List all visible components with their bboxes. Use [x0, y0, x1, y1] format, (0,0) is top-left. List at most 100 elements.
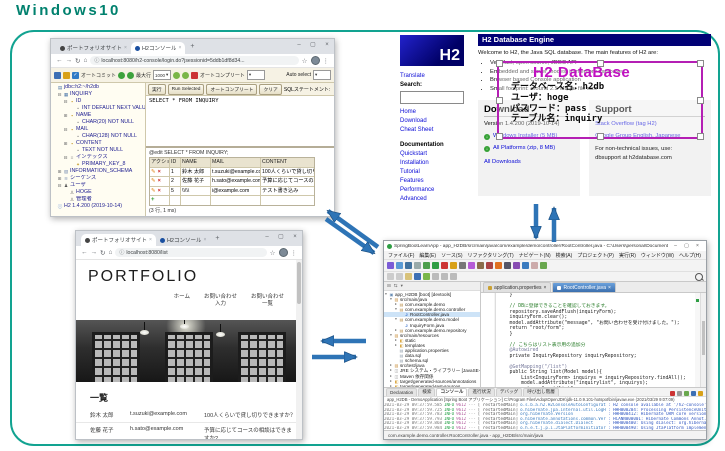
- sql-toolbar-button[interactable]: Run Selected: [168, 84, 205, 95]
- tree-twisty-icon[interactable]: ⊞: [57, 175, 62, 182]
- tree-twisty-icon[interactable]: ▾: [389, 297, 393, 302]
- tree-item[interactable]: HOGE: [51, 189, 145, 196]
- tab-close-icon[interactable]: ×: [203, 237, 206, 243]
- toolbar-icon[interactable]: [477, 262, 484, 269]
- menu-item[interactable]: 実行(R): [619, 252, 636, 259]
- reload-icon[interactable]: ↻: [100, 249, 105, 257]
- bookmark-star-icon[interactable]: ☆: [302, 57, 308, 65]
- sidebar-link[interactable]: Advanced: [400, 195, 474, 204]
- sql-toolbar-button[interactable]: オートコンプリート: [206, 84, 257, 95]
- toolbar-icon[interactable]: [459, 262, 466, 269]
- menu-item[interactable]: プロジェクト(P): [577, 252, 614, 259]
- selection-handle[interactable]: [597, 60, 604, 67]
- toolbar-icon[interactable]: [450, 262, 457, 269]
- toolbar-icon[interactable]: [486, 262, 493, 269]
- toolbar-icon[interactable]: [414, 273, 421, 280]
- close-button[interactable]: ×: [692, 243, 703, 249]
- toolbar-icon[interactable]: [396, 262, 403, 269]
- cancel-icon[interactable]: [191, 72, 198, 79]
- address-bar[interactable]: ⓘ localhost:8080/h2-console/login.do?jse…: [90, 56, 298, 65]
- home-icon[interactable]: ⌂: [108, 249, 112, 256]
- column-header[interactable]: ID: [170, 158, 181, 167]
- tree-item[interactable]: PRIMARY_KEY_8: [51, 161, 145, 168]
- menu-item[interactable]: リファクタリング(T): [467, 252, 513, 259]
- disconnect-icon[interactable]: [54, 72, 61, 79]
- bookmark-star-icon[interactable]: ☆: [270, 249, 276, 257]
- sidebar-link[interactable]: Quickstart: [400, 150, 474, 159]
- edit-row-icon[interactable]: ✎: [151, 168, 156, 177]
- tree-item[interactable]: TEXT NOT NULL: [51, 147, 145, 154]
- download-link[interactable]: All Platforms (zip, 8 MB): [493, 144, 555, 153]
- minimize-button[interactable]: –: [260, 231, 274, 242]
- tree-twisty-icon[interactable]: ▾: [389, 333, 393, 338]
- settings-icon[interactable]: [182, 72, 189, 79]
- tree-item[interactable]: ⊟ INQUIRY: [51, 91, 145, 98]
- add-row-icon[interactable]: +: [151, 196, 155, 205]
- new-tab-button[interactable]: +: [185, 43, 199, 50]
- tree-item[interactable]: CHAR(128) NOT NULL: [51, 133, 145, 140]
- back-icon[interactable]: ←: [81, 249, 88, 256]
- sidebar-link[interactable]: Home: [400, 108, 474, 117]
- menu-item[interactable]: ヘルプ(H): [679, 252, 701, 259]
- toolbar-icon[interactable]: [405, 262, 412, 269]
- minimize-button[interactable]: –: [670, 243, 681, 249]
- all-downloads-link[interactable]: All Downloads: [484, 158, 574, 167]
- search-icon[interactable]: [695, 273, 703, 281]
- delete-row-icon[interactable]: ×: [158, 177, 161, 186]
- sidebar-link[interactable]: Download: [400, 117, 474, 126]
- tree-twisty-icon[interactable]: ⊞: [57, 168, 62, 175]
- tree-item[interactable]: ⊟ インデックス: [51, 154, 145, 161]
- profile-avatar[interactable]: [279, 248, 288, 257]
- toolbar-icon[interactable]: [468, 262, 475, 269]
- column-header[interactable]: アクション: [150, 158, 170, 167]
- sidebar-link[interactable]: Cheat Sheet: [400, 126, 474, 135]
- tab-close-icon[interactable]: ×: [608, 285, 611, 291]
- maximize-button[interactable]: ▢: [681, 243, 692, 249]
- sidebar-link[interactable]: Installation: [400, 159, 474, 168]
- close-button[interactable]: ×: [320, 39, 334, 50]
- view-tab[interactable]: 進行状況: [468, 388, 494, 397]
- menu-item[interactable]: ウィンドウ(W): [641, 252, 674, 259]
- delete-row-icon[interactable]: ×: [158, 187, 161, 196]
- column-header[interactable]: NAME: [181, 158, 211, 167]
- home-icon[interactable]: ⌂: [83, 57, 87, 64]
- editor-tab[interactable]: RootController.java ×: [552, 282, 615, 292]
- refresh-tree-icon[interactable]: [63, 72, 70, 79]
- editor-tab[interactable]: application.properties ×: [483, 282, 551, 292]
- scrollbar[interactable]: [296, 260, 302, 439]
- tree-twisty-icon[interactable]: ▾: [384, 292, 388, 297]
- tab-close-icon[interactable]: ×: [178, 45, 181, 51]
- sidebar-link[interactable]: Tutorial: [400, 168, 474, 177]
- tree-item[interactable]: ⊞ INFORMATION_SCHEMA: [51, 168, 145, 175]
- tab-h2-console[interactable]: H2コンソール ×: [131, 42, 185, 54]
- console-log[interactable]: 2021-03-29 09:37:59.585 INFO 9612 --- [ …: [384, 403, 706, 430]
- tree-item[interactable]: ⊞ シーケンス: [51, 175, 145, 182]
- tree-item[interactable]: INT DEFAULT NEXT VALU...: [51, 105, 145, 112]
- nav-link[interactable]: ホーム: [174, 294, 190, 308]
- tab-h2-console[interactable]: H2コンソール ×: [156, 234, 210, 246]
- toolbar-icon[interactable]: [513, 262, 520, 269]
- toolbar-icon[interactable]: [522, 262, 529, 269]
- selection-handle[interactable]: [496, 97, 503, 104]
- address-bar[interactable]: ⓘ localhost:8080/list: [115, 248, 266, 257]
- commit-icon[interactable]: [118, 72, 125, 79]
- back-icon[interactable]: ←: [56, 57, 63, 64]
- toolbar-icon[interactable]: [441, 273, 448, 280]
- info-icon[interactable]: ⓘ: [119, 249, 124, 256]
- search-input[interactable]: [400, 91, 464, 104]
- tree-item[interactable]: ⊟ MAIL: [51, 126, 145, 133]
- code-editor[interactable]: 37 } 38 39 // DBに登録できることを: [481, 293, 706, 387]
- selection-handle[interactable]: [697, 133, 704, 140]
- toolbar-icon[interactable]: [432, 273, 439, 280]
- toolbar-icon[interactable]: [387, 262, 394, 269]
- tree-twisty-icon[interactable]: ▸: [394, 343, 398, 348]
- autocommit-checkbox[interactable]: ✓: [72, 72, 79, 79]
- tree-twisty-icon[interactable]: ▾: [394, 307, 398, 312]
- view-tab[interactable]: デバッグ: [496, 388, 522, 397]
- forward-icon[interactable]: →: [91, 249, 98, 256]
- toolbar-icon[interactable]: [414, 262, 421, 269]
- selection-handle[interactable]: [597, 133, 604, 140]
- delete-row-icon[interactable]: ×: [158, 168, 161, 177]
- autocomplete-select[interactable]: ▾: [247, 70, 265, 80]
- selection-handle[interactable]: [496, 133, 503, 140]
